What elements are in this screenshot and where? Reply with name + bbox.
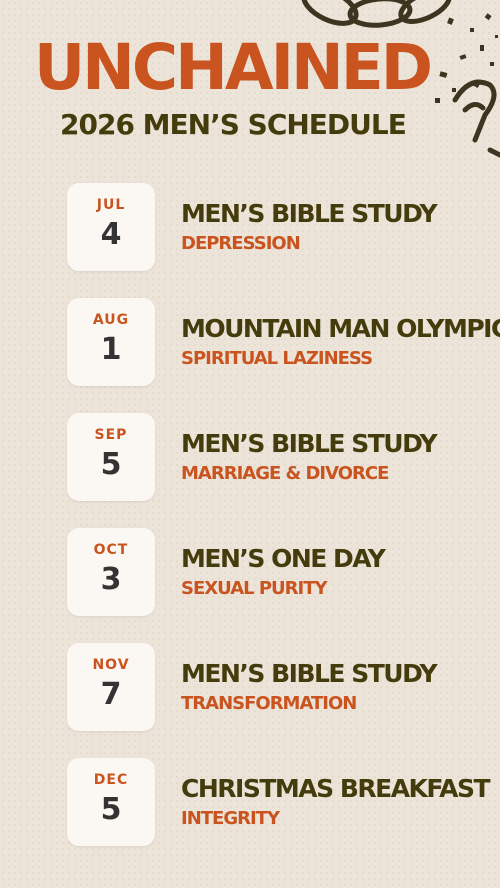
- event-day: 3: [100, 562, 122, 597]
- event-topic: TRANSFORMATION: [181, 693, 357, 714]
- event-topic: SPIRITUAL LAZINESS: [181, 348, 373, 369]
- event-month: AUG: [92, 312, 130, 328]
- date-card: DEC 5: [67, 758, 155, 846]
- event-item: OCT 3 MEN’S ONE DAY SEXUAL PURITY: [67, 528, 487, 616]
- event-title: MEN’S BIBLE STUDY: [181, 659, 438, 688]
- event-topic: MARRIAGE & DIVORCE: [181, 463, 389, 484]
- event-day: 5: [100, 447, 122, 482]
- page-subtitle: 2026 MEN’S SCHEDULE: [60, 108, 407, 141]
- event-topic: INTEGRITY: [181, 808, 280, 829]
- event-topic: SEXUAL PURITY: [181, 578, 328, 599]
- event-day: 1: [100, 332, 122, 367]
- date-card: JUL 4: [67, 183, 155, 271]
- event-item: SEP 5 MEN’S BIBLE STUDY MARRIAGE & DIVOR…: [67, 413, 487, 501]
- event-title: CHRISTMAS BREAKFAST: [181, 774, 491, 803]
- event-day: 4: [100, 217, 122, 252]
- event-item: JUL 4 MEN’S BIBLE STUDY DEPRESSION: [67, 183, 487, 271]
- page-title: UNCHAINED: [34, 31, 433, 104]
- event-item: AUG 1 MOUNTAIN MAN OLYMPICS SPIRITUAL LA…: [67, 298, 500, 386]
- event-item: NOV 7 MEN’S BIBLE STUDY TRANSFORMATION: [67, 643, 487, 731]
- event-day: 7: [100, 677, 122, 712]
- event-title: MOUNTAIN MAN OLYMPICS: [181, 314, 500, 343]
- date-card: OCT 3: [67, 528, 155, 616]
- event-month: NOV: [92, 657, 130, 673]
- event-month: DEC: [93, 772, 129, 788]
- event-month: OCT: [93, 542, 129, 558]
- event-title: MEN’S BIBLE STUDY: [181, 429, 438, 458]
- event-title: MEN’S ONE DAY: [181, 544, 386, 573]
- event-day: 5: [100, 792, 122, 827]
- event-month: SEP: [94, 427, 128, 443]
- date-card: NOV 7: [67, 643, 155, 731]
- date-card: SEP 5: [67, 413, 155, 501]
- date-card: AUG 1: [67, 298, 155, 386]
- event-title: MEN’S BIBLE STUDY: [181, 199, 438, 228]
- event-month: JUL: [96, 197, 126, 213]
- event-item: DEC 5 CHRISTMAS BREAKFAST INTEGRITY: [67, 758, 491, 846]
- event-topic: DEPRESSION: [181, 233, 301, 254]
